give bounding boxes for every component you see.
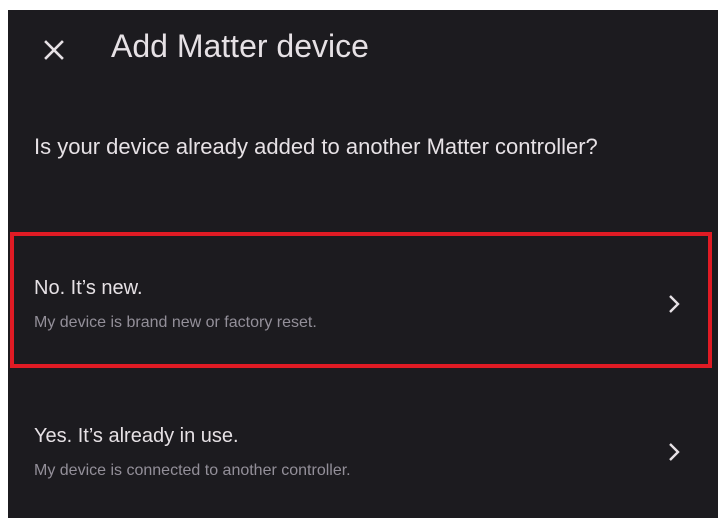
option-new-device[interactable]: No. It’s new. My device is brand new or …	[8, 222, 718, 348]
option-already-in-use[interactable]: Yes. It’s already in use. My device is c…	[8, 370, 718, 496]
option-title: Yes. It’s already in use.	[34, 425, 239, 447]
option-subtitle: My device is brand new or factory reset.	[34, 314, 317, 331]
option-subtitle: My device is connected to another contro…	[34, 462, 351, 479]
chevron-right-icon	[662, 292, 686, 316]
close-button[interactable]	[40, 36, 68, 64]
option-title: No. It’s new.	[34, 277, 143, 299]
add-matter-device-screen: Add Matter device Is your device already…	[8, 10, 718, 518]
top-app-bar: Add Matter device	[8, 10, 718, 84]
close-icon	[44, 40, 64, 60]
chevron-right-icon	[662, 440, 686, 464]
question-text: Is your device already added to another …	[34, 134, 598, 159]
page-title: Add Matter device	[111, 28, 369, 64]
